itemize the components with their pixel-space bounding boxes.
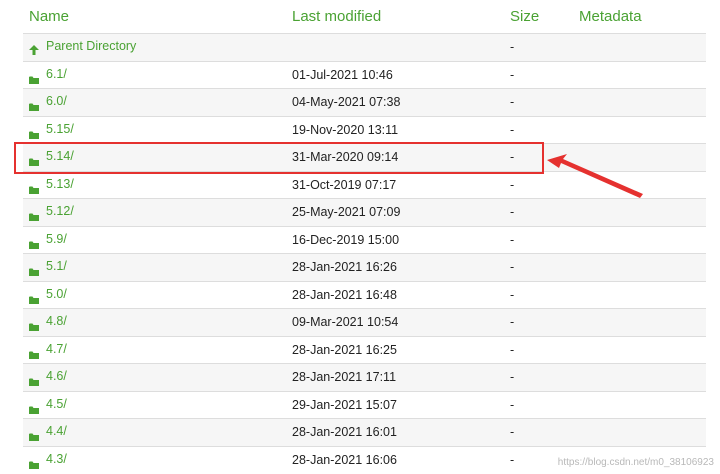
folder-icon <box>29 456 39 469</box>
folder-icon <box>29 373 39 386</box>
folder-icon <box>29 181 39 194</box>
folder-icon <box>29 401 39 414</box>
folder-link[interactable]: 4.7/ <box>46 342 67 356</box>
table-row[interactable]: 4.5/29-Jan-2021 15:07 - <box>23 390 706 419</box>
size-cell: - <box>510 67 515 82</box>
last-modified-cell: 28-Jan-2021 17:11 <box>292 370 397 384</box>
table-row[interactable]: 4.8/09-Mar-2021 10:54 - <box>23 308 706 336</box>
folder-icon <box>29 153 39 166</box>
folder-icon <box>29 71 39 84</box>
size-cell: - <box>510 425 515 439</box>
size-cell: - <box>510 370 515 384</box>
folder-icon <box>29 318 39 331</box>
parent-directory-link[interactable]: Parent Directory <box>46 39 136 53</box>
table-row[interactable]: 4.7/28-Jan-2021 16:25 - <box>23 335 706 364</box>
last-modified-cell: 04-May-2021 07:38 <box>292 95 401 109</box>
folder-link[interactable]: 4.3/ <box>46 452 67 466</box>
annotation-arrow-icon <box>547 154 643 198</box>
size-cell: - <box>510 397 515 412</box>
table-row[interactable]: Parent Directory - <box>23 33 706 61</box>
table-row[interactable]: 5.9/16-Dec-2019 15:00 - <box>23 225 706 254</box>
size-cell: - <box>510 95 515 109</box>
folder-link[interactable]: 4.6/ <box>46 369 67 383</box>
folder-link[interactable]: 5.0/ <box>46 287 67 301</box>
size-cell: - <box>510 40 515 54</box>
table-row[interactable]: 6.0/04-May-2021 07:38 - <box>23 88 706 116</box>
last-modified-cell: 16-Dec-2019 15:00 <box>292 232 400 247</box>
size-cell: - <box>510 232 515 247</box>
size-cell: - <box>510 452 515 467</box>
last-modified-cell: 28-Jan-2021 16:48 <box>292 287 397 302</box>
size-cell: - <box>510 315 515 329</box>
folder-icon <box>29 126 39 139</box>
size-cell: - <box>510 287 515 302</box>
last-modified-cell: 28-Jan-2021 16:25 <box>292 342 397 357</box>
table-row[interactable]: 5.1/28-Jan-2021 16:26 - <box>23 253 706 281</box>
size-cell: - <box>510 122 515 137</box>
table-row[interactable]: 5.12/25-May-2021 07:09 - <box>23 198 706 226</box>
table-row[interactable]: 4.6/28-Jan-2021 17:11 - <box>23 363 706 391</box>
size-cell: - <box>510 205 515 219</box>
folder-link[interactable]: 5.15/ <box>46 122 74 136</box>
folder-icon <box>29 98 39 111</box>
table-row[interactable]: 5.15/19-Nov-2020 13:11 - <box>23 115 706 144</box>
folder-icon <box>29 291 39 304</box>
last-modified-cell: 09-Mar-2021 10:54 <box>292 315 399 329</box>
folder-link[interactable]: 5.13/ <box>46 177 74 191</box>
folder-icon <box>29 263 39 276</box>
last-modified-cell: 31-Mar-2020 09:14 <box>292 150 399 164</box>
last-modified-cell: 28-Jan-2021 16:26 <box>292 260 397 274</box>
folder-link[interactable]: 5.9/ <box>46 232 67 246</box>
folder-link[interactable]: 5.14/ <box>46 149 74 163</box>
folder-icon <box>29 346 39 359</box>
size-cell: - <box>510 150 515 164</box>
last-modified-cell: 28-Jan-2021 16:06 <box>292 452 397 467</box>
arrow-up-icon <box>29 42 39 55</box>
last-modified-cell: 31-Oct-2019 07:17 <box>292 177 397 192</box>
folder-link[interactable]: 4.8/ <box>46 314 67 328</box>
folder-icon <box>29 428 39 441</box>
size-cell: - <box>510 342 515 357</box>
header-last-modified[interactable]: Last modified <box>292 8 381 25</box>
size-cell: - <box>510 177 515 192</box>
folder-icon <box>29 208 39 221</box>
folder-link[interactable]: 5.1/ <box>46 259 67 273</box>
table-row[interactable]: 4.4/28-Jan-2021 16:01 - <box>23 418 706 446</box>
header-metadata[interactable]: Metadata <box>579 8 642 25</box>
folder-link[interactable]: 4.5/ <box>46 397 67 411</box>
table-header: Name Last modified Size Metadata <box>0 0 720 33</box>
last-modified-cell: 25-May-2021 07:09 <box>292 205 401 219</box>
header-name[interactable]: Name <box>29 8 69 25</box>
table-row[interactable]: 5.0/28-Jan-2021 16:48 - <box>23 280 706 309</box>
last-modified-cell: 01-Jul-2021 10:46 <box>292 67 393 82</box>
table-row[interactable]: 6.1/01-Jul-2021 10:46 - <box>23 60 706 89</box>
last-modified-cell: 29-Jan-2021 15:07 <box>292 397 397 412</box>
size-cell: - <box>510 260 515 274</box>
watermark-text: https://blog.csdn.net/m0_38106923 <box>557 457 714 468</box>
last-modified-cell: 19-Nov-2020 13:11 <box>292 122 399 137</box>
last-modified-cell: 28-Jan-2021 16:01 <box>292 425 397 439</box>
folder-icon <box>29 236 39 249</box>
folder-link[interactable]: 5.12/ <box>46 204 74 218</box>
folder-link[interactable]: 6.0/ <box>46 94 67 108</box>
folder-link[interactable]: 4.4/ <box>46 424 67 438</box>
header-size[interactable]: Size <box>510 8 539 25</box>
folder-link[interactable]: 6.1/ <box>46 67 67 81</box>
file-table: Parent Directory -6.1/01-Jul-2021 10:46-6… <box>23 33 706 473</box>
directory-listing-page: Name Last modified Size Metadata Parent … <box>0 0 720 474</box>
